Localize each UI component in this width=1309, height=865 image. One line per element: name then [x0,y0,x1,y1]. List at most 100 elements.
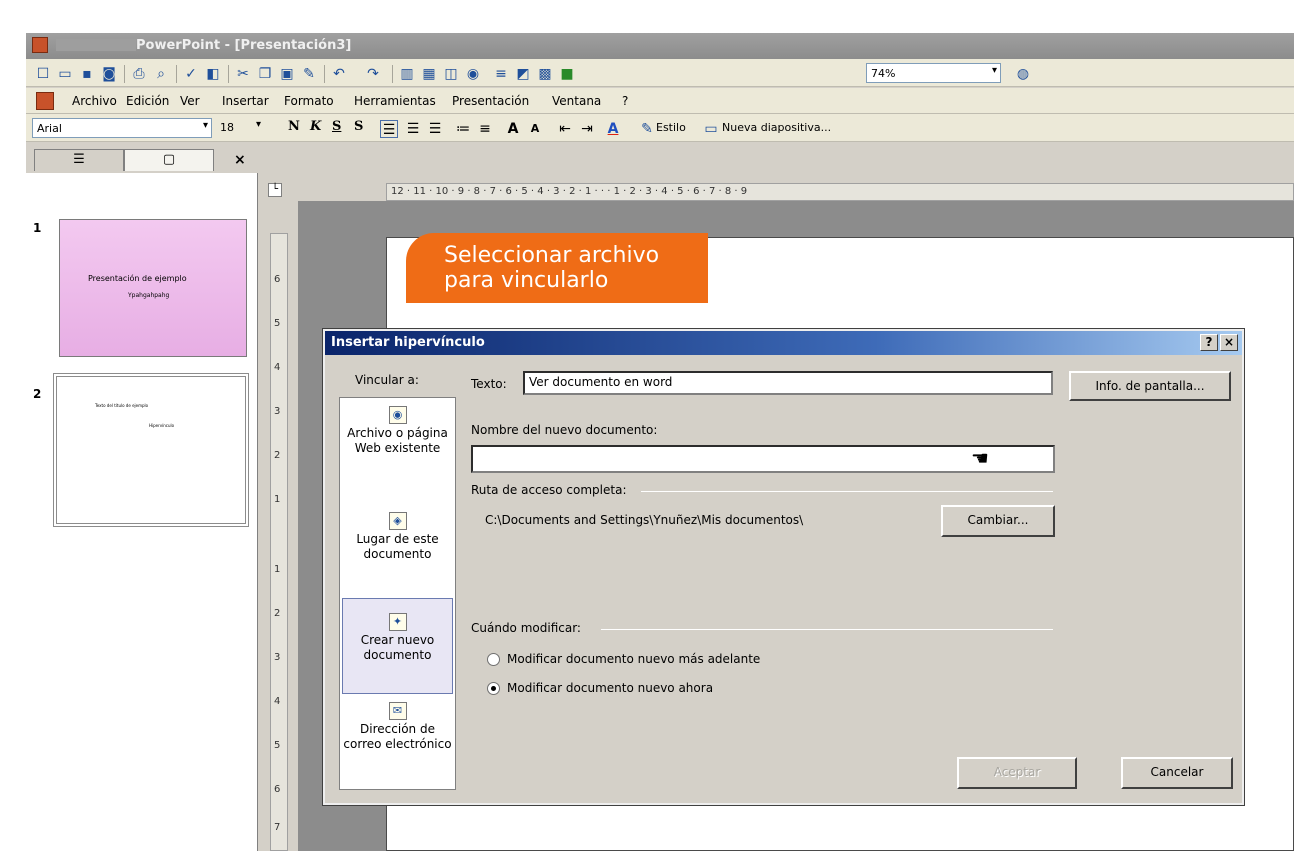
show-formatting-icon[interactable]: ◩ [514,65,532,83]
ruler-labels: 12 · 11 · 10 · 9 · 8 · 7 · 6 · 5 · 4 · 3… [391,186,748,197]
copy-icon[interactable]: ❐ [256,65,274,83]
close-icon[interactable]: × [234,152,246,168]
expand-all-icon[interactable]: ≡ [492,65,510,83]
tables-borders-icon[interactable]: ◫ [442,65,460,83]
numbering-icon[interactable]: ≔ [454,120,472,138]
underline-button[interactable]: S [332,119,341,137]
screen-tip-button[interactable]: Info. de pantalla... [1069,371,1231,401]
link-option-existing-file[interactable]: ◉ Archivo o página Web existente [342,402,453,484]
hand-cursor-icon: ☚ [971,446,989,470]
decrease-font-icon[interactable]: A [526,120,544,138]
blurred-area [56,39,136,51]
accept-button[interactable]: Aceptar [957,757,1077,789]
dropdown-arrow-icon: ▾ [202,120,208,131]
menu-ventana[interactable]: Ventana [552,94,601,108]
align-center-icon[interactable]: ☰ [404,120,422,138]
link-option-place-in-document[interactable]: ◈ Lugar de este documento [342,508,453,584]
ruler-number: 3 [274,652,281,663]
new-document-icon: ✦ [388,613,407,631]
tab-selector[interactable]: └ [268,183,282,197]
font-value: Arial [37,122,62,135]
full-path-value: C:\Documents and Settings\Ynuñez\Mis doc… [485,513,804,527]
undo-icon[interactable]: ↶ [330,65,348,83]
link-option-label: Crear nuevo documento [360,633,435,662]
open-icon[interactable]: ▭ [56,65,74,83]
print-preview-icon[interactable]: ⌕ [152,65,170,83]
radio-edit-later[interactable] [487,653,500,666]
increase-indent-icon[interactable]: ⇥ [578,120,596,138]
menu-insertar[interactable]: Insertar [222,94,269,108]
shadow-button[interactable]: S [354,119,363,137]
align-left-icon[interactable]: ☰ [380,120,398,138]
menu-edicion[interactable]: Edición [126,94,169,108]
increase-font-icon[interactable]: A [504,120,522,138]
separator [228,65,229,83]
insert-hyperlink-dialog: Insertar hipervínculo ? × Vincular a: ◉ … [322,328,1245,806]
permission-icon[interactable]: ◙ [100,65,118,83]
new-icon[interactable]: ☐ [34,65,52,83]
menu-archivo[interactable]: Archivo [72,94,117,108]
vertical-ruler[interactable]: 6 5 4 3 2 1 1 2 3 4 5 6 7 [270,233,288,851]
format-painter-icon[interactable]: ✎ [300,65,318,83]
style-button[interactable]: Estilo [656,121,686,134]
dialog-title-bar: Insertar hipervínculo ? × [325,331,1242,355]
slide-title: Presentación de ejemplo [88,274,187,283]
slide-thumbnail-1[interactable]: Presentación de ejemplo Ypahgahpahg [59,219,247,357]
text-to-display-input[interactable]: Ver documento en word [523,371,1053,395]
new-document-name-input[interactable] [471,445,1055,473]
redo-icon[interactable]: ↷ [364,65,382,83]
email-icon: ✉ [388,702,407,720]
print-icon[interactable]: ⎙ [130,65,148,83]
callout-line-1: Seleccionar archivo [444,243,660,268]
font-select[interactable]: Arial ▾ [32,118,212,138]
cancel-button[interactable]: Cancelar [1121,757,1233,789]
table-icon[interactable]: ▦ [420,65,438,83]
close-button[interactable]: × [1220,334,1238,351]
bold-button[interactable]: N [288,119,300,137]
design-icon[interactable]: ✎ [638,120,656,138]
ruler-number: 1 [274,494,281,505]
menu-bar: Archivo Edición Ver Insertar Formato Her… [26,88,1294,114]
menu-presentacion[interactable]: Presentación [452,94,529,108]
font-color-icon[interactable]: A [604,120,622,138]
ruler-number: 4 [274,696,281,707]
italic-button[interactable]: K [310,119,321,137]
radio-edit-later-label[interactable]: Modificar documento nuevo más adelante [507,652,760,666]
menu-ver[interactable]: Ver [180,94,200,108]
tab-outline[interactable]: ☰ [34,149,124,171]
decrease-indent-icon[interactable]: ⇤ [556,120,574,138]
change-button[interactable]: Cambiar... [941,505,1055,537]
spelling-icon[interactable]: ✓ [182,65,200,83]
save-icon[interactable]: ▪ [78,65,96,83]
tab-slides[interactable]: ▢ [124,149,214,171]
research-icon[interactable]: ◧ [204,65,222,83]
document-icon [36,92,54,110]
help-icon[interactable]: ◍ [1014,65,1032,83]
hyperlink-icon[interactable]: ◉ [464,65,482,83]
dropdown-arrow-icon: ▾ [255,119,261,130]
zoom-select[interactable]: 74% ▾ [866,63,1001,83]
link-option-create-new-document[interactable]: ✦ Crear nuevo documento [342,598,453,694]
menu-help[interactable]: ? [622,94,628,108]
cut-icon[interactable]: ✂ [234,65,252,83]
group-divider [641,491,1053,492]
grid-icon[interactable]: ▩ [536,65,554,83]
slide-thumbnail-2[interactable]: Texto del título de ejemplo Hipervínculo [53,373,249,527]
horizontal-ruler[interactable]: 12 · 11 · 10 · 9 · 8 · 7 · 6 · 5 · 4 · 3… [386,183,1294,201]
link-option-email-address[interactable]: ✉ Dirección de correo electrónico [342,698,453,786]
radio-edit-now[interactable] [487,682,500,695]
radio-edit-now-label[interactable]: Modificar documento nuevo ahora [507,681,713,695]
align-right-icon[interactable]: ☰ [426,120,444,138]
help-button[interactable]: ? [1200,334,1218,351]
font-size-select[interactable]: 18 ▾ [216,118,261,138]
new-slide-button[interactable]: Nueva diapositiva... [722,121,831,134]
separator [176,65,177,83]
bullets-icon[interactable]: ≡ [476,120,494,138]
paste-icon[interactable]: ▣ [278,65,296,83]
menu-herramientas[interactable]: Herramientas [354,94,436,108]
chart-icon[interactable]: ▥ [398,65,416,83]
link-to-bar: ◉ Archivo o página Web existente ◈ Lugar… [339,397,456,790]
menu-formato[interactable]: Formato [284,94,334,108]
slide-subtitle: Ypahgahpahg [128,292,170,299]
color-grayscale-icon[interactable]: ■ [558,65,576,83]
